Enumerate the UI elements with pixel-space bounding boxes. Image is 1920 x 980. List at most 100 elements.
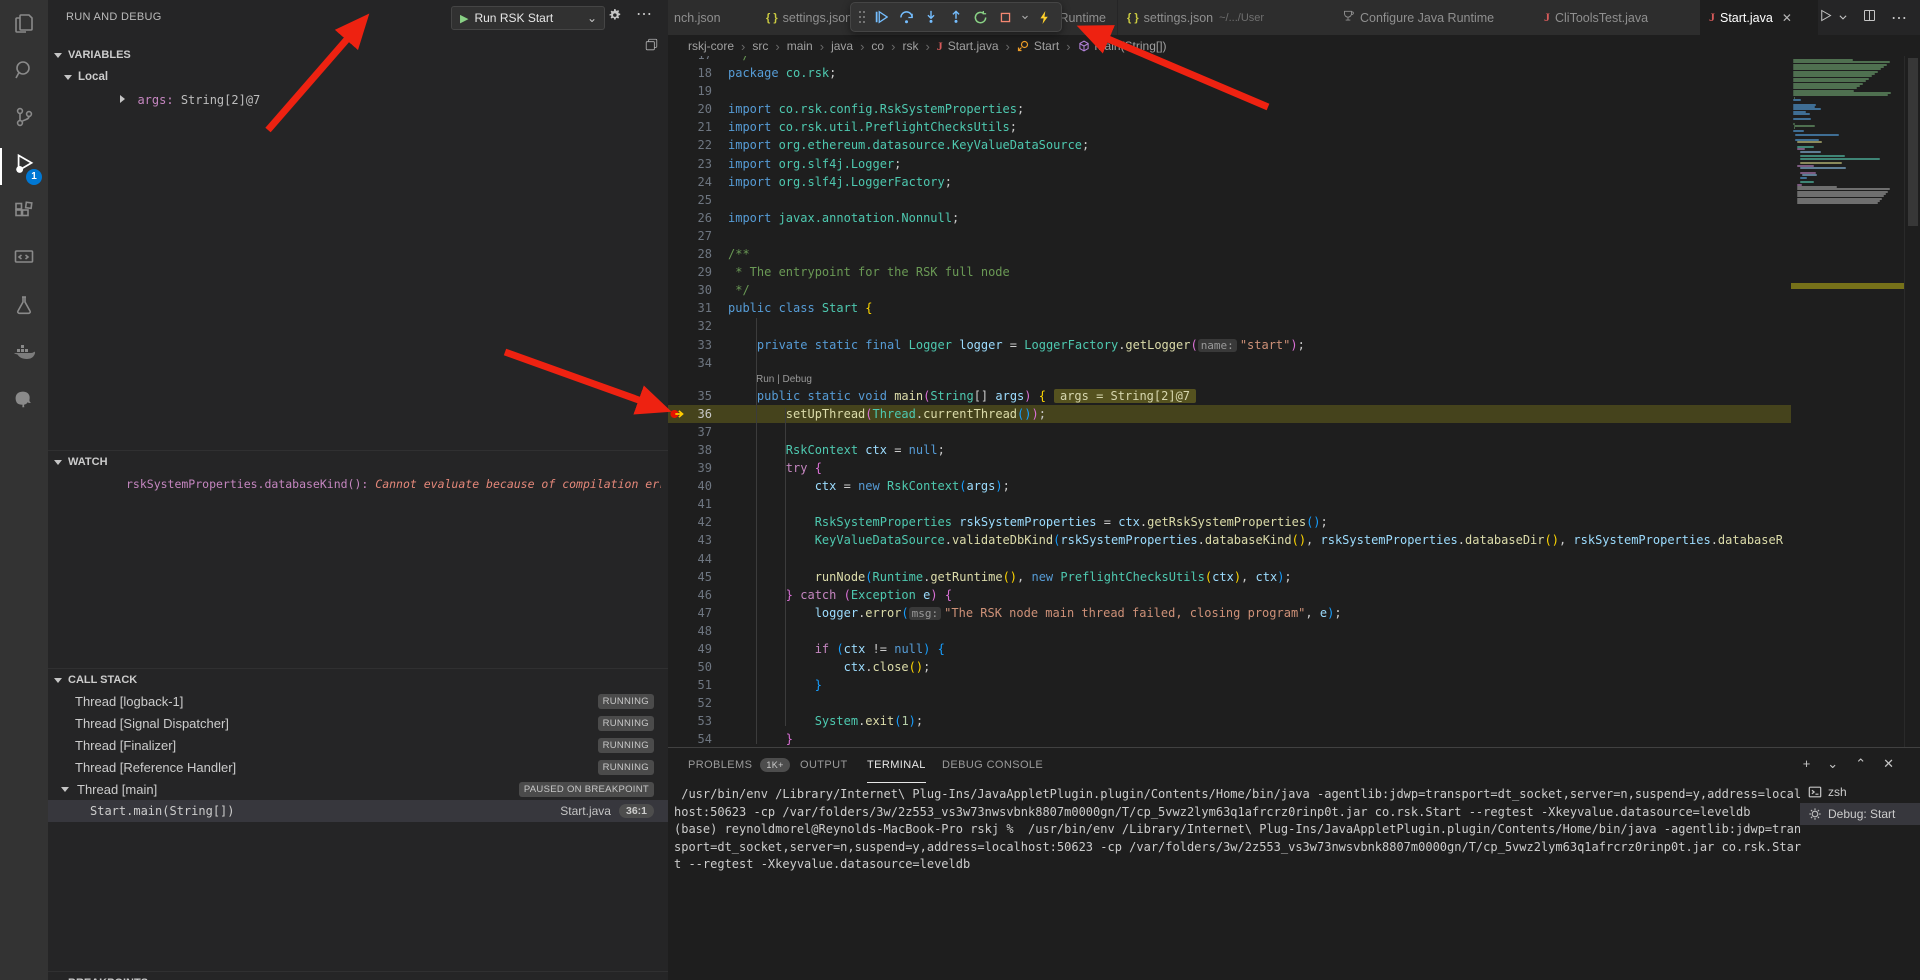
chevron-down-icon[interactable]: ⌄: [587, 11, 597, 25]
activity-bar-item-search[interactable]: [0, 49, 48, 96]
line-number[interactable]: 42: [668, 513, 712, 531]
panel-tab-terminal[interactable]: TERMINAL: [867, 748, 926, 783]
activity-bar-item-testing[interactable]: [0, 284, 48, 331]
breadcrumb-item-main-string-[interactable]: main(String[]): [1078, 39, 1167, 53]
stop-button[interactable]: [993, 4, 1018, 30]
activity-bar-item-run-and-debug[interactable]: 1: [0, 143, 48, 190]
launch-config-dropdown[interactable]: ▶ Run RSK Start ⌄: [451, 6, 605, 30]
line-number[interactable]: 29: [668, 263, 712, 281]
codelens-run-debug[interactable]: Run | Debug: [668, 372, 1791, 387]
line-number[interactable]: 50: [668, 658, 712, 676]
hot-code-replace-button[interactable]: [1032, 4, 1057, 30]
line-number[interactable]: 28: [668, 245, 712, 263]
line-number[interactable]: 31: [668, 299, 712, 317]
terminal-output[interactable]: /usr/bin/env /Library/Internet\ Plug-Ins…: [674, 786, 1794, 874]
continue-button[interactable]: [869, 4, 894, 30]
views-more-actions-icon[interactable]: ⋯: [636, 4, 653, 24]
line-number[interactable]: 21: [668, 118, 712, 136]
stop-dropdown[interactable]: [1018, 4, 1032, 30]
line-number[interactable]: 25: [668, 191, 712, 209]
code-editor[interactable]: 17 */18package co.rsk;1920import co.rsk.…: [668, 56, 1791, 747]
line-number[interactable]: 24: [668, 173, 712, 191]
line-number[interactable]: 38: [668, 441, 712, 459]
line-number[interactable]: 37: [668, 423, 712, 441]
variable-row-args[interactable]: args: String[2]@7: [120, 91, 260, 109]
step-into-button[interactable]: [919, 4, 944, 30]
line-number[interactable]: 30: [668, 281, 712, 299]
line-number[interactable]: 48: [668, 622, 712, 640]
line-number[interactable]: 34: [668, 354, 712, 372]
line-number[interactable]: 33: [668, 336, 712, 354]
more-editor-actions[interactable]: ⋯: [1891, 8, 1908, 28]
line-number[interactable]: 35: [668, 387, 712, 405]
call-stack-thread-row[interactable]: Thread [Reference Handler]RUNNING: [48, 756, 668, 778]
maximize-panel-button[interactable]: ⌃: [1855, 756, 1866, 772]
panel-tab-problems[interactable]: PROBLEMS1K+: [688, 748, 790, 782]
line-number[interactable]: 26: [668, 209, 712, 227]
tab-configure-java-runtime[interactable]: Configure Java Runtime: [1332, 0, 1536, 35]
breakpoints-section-header[interactable]: BREAKPOINTS: [48, 971, 668, 980]
line-number[interactable]: 53: [668, 712, 712, 730]
line-number[interactable]: 17: [668, 56, 712, 64]
panel-tab-output[interactable]: OUTPUT: [800, 748, 848, 782]
breadcrumb-item-java[interactable]: java: [831, 39, 853, 53]
split-editor-button[interactable]: [1862, 8, 1877, 28]
line-number[interactable]: 54: [668, 730, 712, 747]
line-number[interactable]: 52: [668, 694, 712, 712]
call-stack-thread-row[interactable]: Thread [Signal Dispatcher]RUNNING: [48, 712, 668, 734]
activity-bar-item-postgresql[interactable]: [0, 378, 48, 425]
line-number[interactable]: 51: [668, 676, 712, 694]
start-debug-icon[interactable]: ▶: [460, 12, 468, 25]
line-number[interactable]: 20: [668, 100, 712, 118]
variables-scope-local[interactable]: Local: [58, 66, 678, 88]
breadcrumb-item-co[interactable]: co: [871, 39, 884, 53]
step-out-button[interactable]: [944, 4, 969, 30]
activity-bar-item-docker[interactable]: [0, 331, 48, 378]
terminal-session-zsh[interactable]: zsh: [1800, 781, 1920, 803]
line-number[interactable]: 46: [668, 586, 712, 604]
new-terminal-button[interactable]: +: [1803, 756, 1811, 772]
line-number[interactable]: 49: [668, 640, 712, 658]
breadcrumb-item-rsk[interactable]: rsk: [902, 39, 918, 53]
activity-bar-item-remote-explorer[interactable]: [0, 237, 48, 284]
call-stack-frame-row[interactable]: Start.main(String[])Start.java36:1: [48, 800, 668, 822]
activity-bar-item-explorer[interactable]: [0, 2, 48, 49]
breadcrumb[interactable]: rskj-core›src›main›java›co›rsk›JStart.ja…: [668, 35, 1920, 57]
line-number[interactable]: 22: [668, 136, 712, 154]
call-stack-section-header[interactable]: CALL STACK: [48, 668, 668, 691]
tab-settings-json[interactable]: { }settings.json~/.../User: [1118, 0, 1333, 35]
paused-breakpoint-icon[interactable]: [670, 407, 686, 421]
line-number[interactable]: 41: [668, 495, 712, 513]
activity-bar-item-source-control[interactable]: [0, 96, 48, 143]
line-number[interactable]: 27: [668, 227, 712, 245]
watch-section-header[interactable]: WATCH: [48, 450, 668, 473]
close-icon[interactable]: ✕: [1782, 11, 1792, 25]
close-panel-button[interactable]: ✕: [1883, 756, 1894, 772]
watch-expression-row[interactable]: rskSystemProperties.databaseKind(): Cann…: [126, 477, 661, 491]
breadcrumb-item-rskj-core[interactable]: rskj-core: [688, 39, 734, 53]
line-number[interactable]: 18: [668, 64, 712, 82]
restart-button[interactable]: [968, 4, 993, 30]
tab-clitoolstest-java[interactable]: JCliToolsTest.java: [1535, 0, 1701, 35]
editor-scrollbar[interactable]: [1904, 56, 1920, 747]
line-number[interactable]: 47: [668, 604, 712, 622]
line-number[interactable]: 32: [668, 317, 712, 335]
panel-tab-debug-console[interactable]: DEBUG CONSOLE: [942, 748, 1043, 782]
terminal-session-debug-start[interactable]: Debug: Start: [1800, 803, 1920, 825]
run-file-button[interactable]: [1818, 8, 1833, 28]
variables-section-header[interactable]: VARIABLES: [48, 44, 668, 66]
line-number[interactable]: 40: [668, 477, 712, 495]
breadcrumb-item-main[interactable]: main: [787, 39, 813, 53]
line-number[interactable]: 43: [668, 531, 712, 549]
line-number[interactable]: 39: [668, 459, 712, 477]
call-stack-thread-row[interactable]: Thread [Finalizer]RUNNING: [48, 734, 668, 756]
activity-bar-item-extensions[interactable]: [0, 190, 48, 237]
drag-handle[interactable]: [855, 4, 869, 30]
call-stack-thread-row[interactable]: Thread [main]PAUSED ON BREAKPOINT: [48, 778, 668, 800]
line-number[interactable]: 23: [668, 155, 712, 173]
breadcrumb-item-start[interactable]: Start: [1017, 39, 1059, 53]
gear-icon[interactable]: [607, 8, 622, 28]
call-stack-thread-row[interactable]: Thread [logback-1]RUNNING: [48, 690, 668, 712]
minimap[interactable]: [1791, 56, 1904, 747]
tab-start-java[interactable]: JStart.java✕: [1700, 0, 1819, 35]
